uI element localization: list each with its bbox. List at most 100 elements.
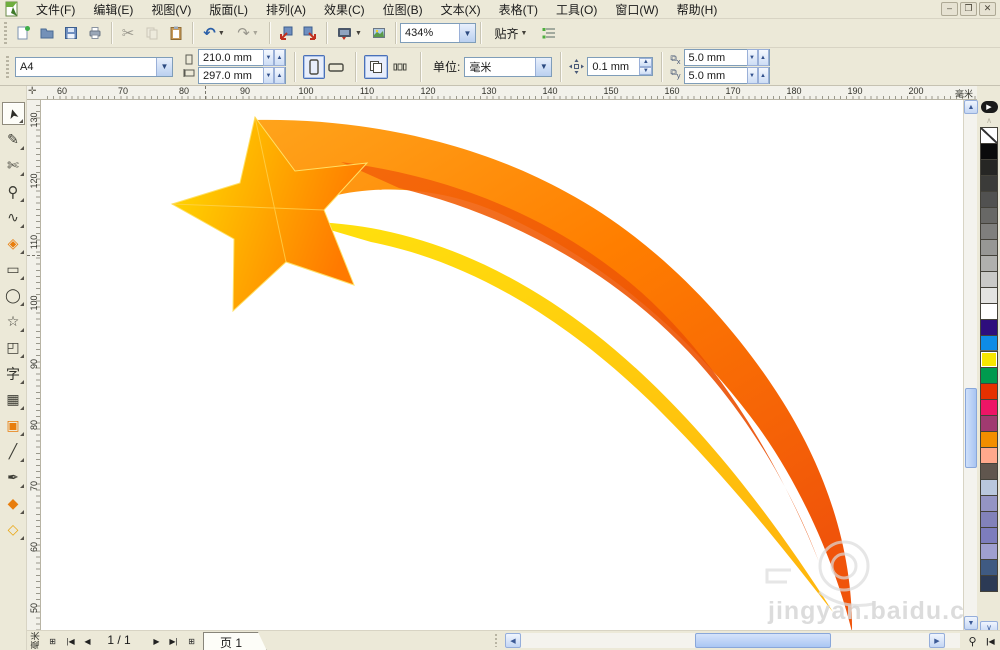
palette-swatch-6[interactable] xyxy=(980,223,998,240)
palette-swatch-15[interactable] xyxy=(980,367,998,384)
landscape-button[interactable] xyxy=(325,55,347,79)
palette-swatch-14[interactable] xyxy=(980,351,998,368)
menu-item-file[interactable]: 文件(F) xyxy=(27,1,84,18)
last-page-button[interactable]: ▶| xyxy=(166,633,181,649)
swatch-no-color[interactable] xyxy=(980,127,998,144)
palette-swatch-3[interactable] xyxy=(980,175,998,192)
add-page-button-end[interactable]: ⊞ xyxy=(184,633,199,649)
menu-item-view[interactable]: 视图(V) xyxy=(142,1,200,18)
menu-item-bitmaps[interactable]: 位图(B) xyxy=(374,1,432,18)
all-pages-layout-button[interactable] xyxy=(364,55,388,79)
paper-height-spinner[interactable]: ▼▲ xyxy=(263,67,285,84)
palette-swatch-13[interactable] xyxy=(980,335,998,352)
horizontal-scrollbar[interactable]: ◀ ▶ xyxy=(505,633,960,648)
redo-dropdown-caret[interactable]: ▼ xyxy=(252,30,259,37)
crop-tool[interactable]: ✄ xyxy=(2,154,25,177)
scroll-left-button[interactable]: ◀ xyxy=(505,633,521,648)
freehand-tool[interactable]: ∿ xyxy=(2,206,25,229)
paper-preset-combo[interactable]: A4 ▼ xyxy=(15,57,173,77)
menu-item-help[interactable]: 帮助(H) xyxy=(668,1,727,18)
application-launcher-button[interactable]: ▼ xyxy=(331,21,367,45)
palette-swatch-1[interactable] xyxy=(980,143,998,160)
next-page-button[interactable]: ▶ xyxy=(149,633,164,649)
palette-swatch-21[interactable] xyxy=(980,463,998,480)
export-button[interactable] xyxy=(298,21,322,45)
scroll-up-button[interactable]: ▲ xyxy=(964,100,978,114)
palette-swatch-2[interactable] xyxy=(980,159,998,176)
palette-swatch-26[interactable] xyxy=(980,543,998,560)
smart-fill-tool[interactable]: ◈ xyxy=(2,232,25,255)
first-page-button[interactable]: |◀ xyxy=(63,633,78,649)
palette-swatch-12[interactable] xyxy=(980,319,998,336)
horizontal-scroll-thumb[interactable] xyxy=(695,633,831,648)
nudge-spinner[interactable]: ▲▼ xyxy=(639,58,652,75)
current-page-layout-button[interactable] xyxy=(388,55,412,79)
options-button[interactable] xyxy=(537,21,561,45)
palette-swatch-28[interactable] xyxy=(980,575,998,592)
undo-button[interactable]: ↶▼ xyxy=(197,21,231,45)
menu-item-table[interactable]: 表格(T) xyxy=(490,1,547,18)
shooting-star-artwork[interactable] xyxy=(41,100,963,630)
rectangle-tool[interactable]: ▭ xyxy=(2,258,25,281)
paper-width-spinner[interactable]: ▼▲ xyxy=(263,49,285,66)
minimize-button[interactable]: – xyxy=(941,2,958,16)
ruler-origin-icon[interactable]: ✛ xyxy=(28,86,41,99)
snap-to-button[interactable]: 贴齐 ▼ xyxy=(485,21,537,45)
palette-expand-button[interactable]: |◀ xyxy=(983,633,998,649)
scroll-right-button[interactable]: ▶ xyxy=(929,633,945,648)
chevron-down-icon[interactable]: ▼ xyxy=(156,58,172,76)
paste-button[interactable] xyxy=(164,21,188,45)
ellipse-tool[interactable]: ◯ xyxy=(2,284,25,307)
chevron-down-icon[interactable]: ▼ xyxy=(535,58,551,76)
palette-swatch-19[interactable] xyxy=(980,431,998,448)
fill-tool[interactable]: ◆ xyxy=(2,492,25,515)
scroll-down-button[interactable]: ▼ xyxy=(964,616,978,630)
shape-tool[interactable]: ✎ xyxy=(2,128,25,151)
palette-swatch-4[interactable] xyxy=(980,191,998,208)
palette-swatch-24[interactable] xyxy=(980,511,998,528)
drawing-canvas[interactable]: jingyan.baidu.com xyxy=(41,100,963,630)
menu-item-effects[interactable]: 效果(C) xyxy=(315,1,374,18)
import-button[interactable] xyxy=(274,21,298,45)
palette-swatch-10[interactable] xyxy=(980,287,998,304)
chevron-down-icon[interactable]: ▼ xyxy=(459,24,475,42)
palette-swatch-9[interactable] xyxy=(980,271,998,288)
duplicate-y-field[interactable]: 5.0 mm ▼▲ xyxy=(684,67,770,84)
palette-swatch-22[interactable] xyxy=(980,479,998,496)
menu-item-tools[interactable]: 工具(O) xyxy=(547,1,606,18)
palette-swatch-11[interactable] xyxy=(980,303,998,320)
palette-swatch-5[interactable] xyxy=(980,207,998,224)
menu-item-edit[interactable]: 编辑(E) xyxy=(84,1,142,18)
horizontal-ruler[interactable]: ✛ 毫米 60708090100110120130140150160170180… xyxy=(27,86,977,100)
menu-item-layout[interactable]: 版面(L) xyxy=(200,1,257,18)
palette-flyout-button[interactable]: ▶ xyxy=(981,101,998,113)
nudge-field[interactable]: 0.1 mm ▲▼ xyxy=(587,57,653,76)
snap-dropdown-caret[interactable]: ▼ xyxy=(521,30,528,37)
scrollbar-drag-handle[interactable] xyxy=(495,634,500,647)
palette-swatch-7[interactable] xyxy=(980,239,998,256)
save-button[interactable] xyxy=(59,21,83,45)
menu-item-text[interactable]: 文本(X) xyxy=(432,1,490,18)
text-tool[interactable]: 字 xyxy=(2,362,25,385)
undo-dropdown-caret[interactable]: ▼ xyxy=(218,30,225,37)
eyedropper-tool[interactable]: ╱ xyxy=(2,440,25,463)
vertical-scroll-thumb[interactable] xyxy=(965,388,977,468)
zoom-level-combo[interactable]: 434% ▼ xyxy=(400,23,476,43)
duplicate-y-spinner[interactable]: ▼▲ xyxy=(747,67,769,84)
duplicate-x-spinner[interactable]: ▼▲ xyxy=(747,49,769,66)
interactive-fill-tool[interactable]: ◇ xyxy=(2,518,25,541)
menu-item-arrange[interactable]: 排列(A) xyxy=(257,1,315,18)
copy-button[interactable] xyxy=(140,21,164,45)
blend-tool[interactable]: ▣ xyxy=(2,414,25,437)
zoom-tool[interactable]: ⚲ xyxy=(2,180,25,203)
duplicate-x-field[interactable]: 5.0 mm ▼▲ xyxy=(684,49,770,66)
open-button[interactable] xyxy=(35,21,59,45)
paper-width-field[interactable]: 210.0 mm ▼▲ xyxy=(198,49,286,66)
launcher-dropdown-caret[interactable]: ▼ xyxy=(355,30,362,37)
paper-height-field[interactable]: 297.0 mm ▼▲ xyxy=(198,67,286,84)
print-button[interactable] xyxy=(83,21,107,45)
outline-pen-tool[interactable]: ✒ xyxy=(2,466,25,489)
vertical-scrollbar[interactable]: ▲ ▼ xyxy=(963,100,977,630)
table-tool[interactable]: ▦ xyxy=(2,388,25,411)
pick-tool[interactable]: ➤ xyxy=(2,102,25,125)
